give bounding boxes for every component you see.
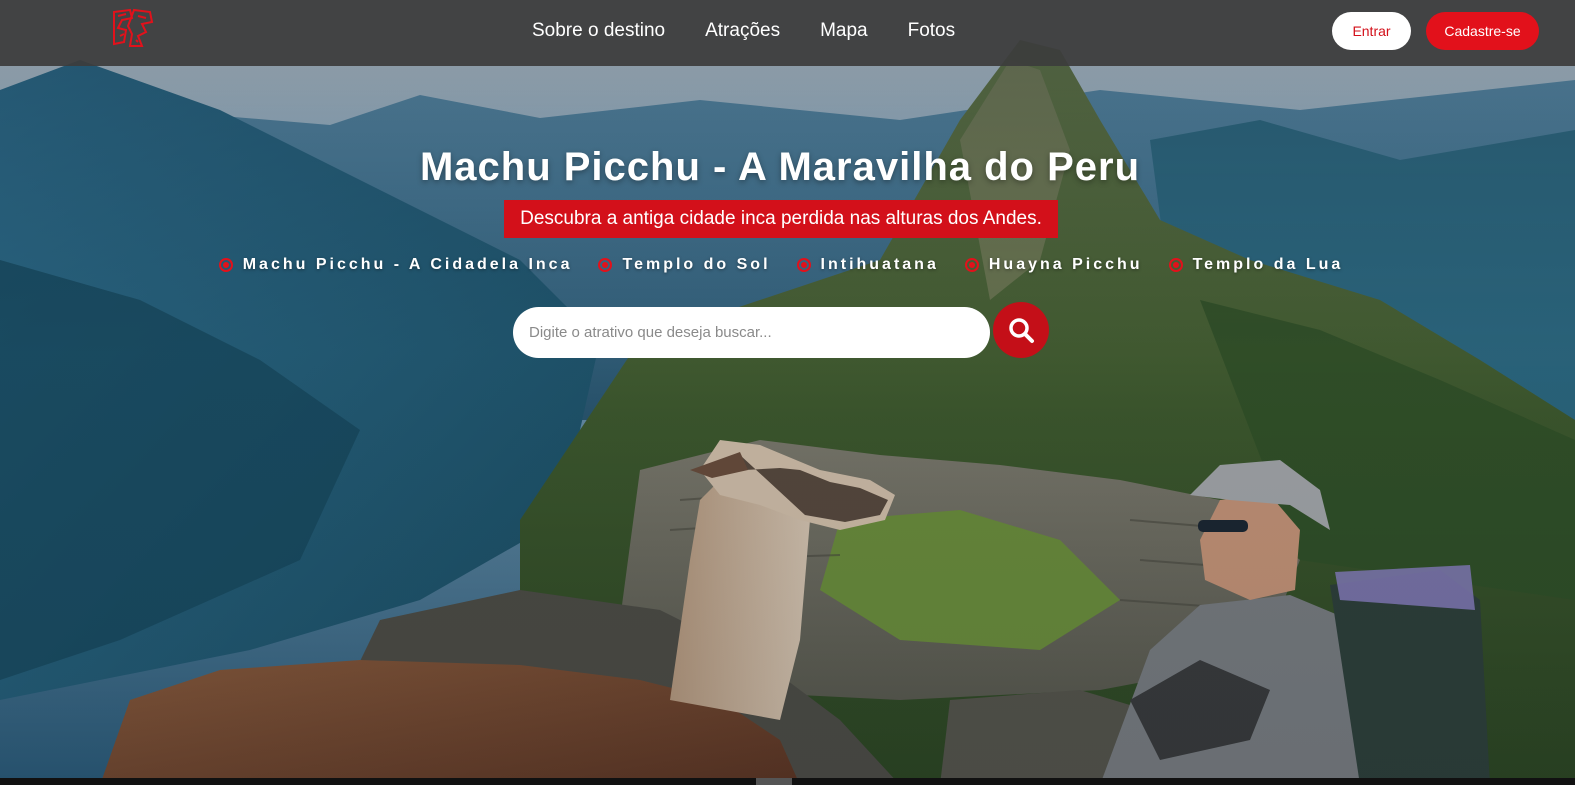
hero-subtitle-wrapper: Descubra a antiga cidade inca perdida na… [0,200,1562,238]
scrollbar-thumb[interactable] [756,778,792,785]
attraction-label: Templo do Sol [622,256,771,273]
attraction-item[interactable]: Templo da Lua [1168,256,1344,274]
radio-dot-icon [218,258,233,272]
top-navigation-bar: Sobre o destino Atrações Mapa Fotos Entr… [0,0,1575,66]
search-input[interactable] [513,307,990,358]
page: Sobre o destino Atrações Mapa Fotos Entr… [0,0,1575,785]
nav-fotos[interactable]: Fotos [908,20,956,42]
login-button[interactable]: Entrar [1332,12,1411,50]
attraction-label: Machu Picchu - A Cidadela Inca [242,256,573,273]
main-navigation: Sobre o destino Atrações Mapa Fotos [532,0,995,62]
hero-subtitle: Descubra a antiga cidade inca perdida na… [504,200,1058,238]
attraction-item[interactable]: Templo do Sol [598,256,770,274]
radio-dot-icon [796,258,811,272]
nav-atracoes[interactable]: Atrações [705,20,780,42]
radio-dot-icon [1168,258,1183,272]
attractions-list: Machu Picchu - A Cidadela Inca Templo do… [0,256,1562,274]
search-button[interactable] [993,302,1049,358]
horizontal-scrollbar[interactable] [0,778,1575,785]
site-logo[interactable] [108,6,156,50]
nav-sobre-o-destino[interactable]: Sobre o destino [532,20,665,42]
attraction-item[interactable]: Huayna Picchu [964,256,1143,274]
radio-dot-icon [964,258,979,272]
search-icon [1007,316,1035,344]
signup-button[interactable]: Cadastre-se [1426,12,1539,50]
nav-mapa[interactable]: Mapa [820,20,868,42]
hero-title: Machu Picchu - A Maravilha do Peru [419,145,1141,189]
hero-overlay [0,0,1575,785]
attraction-label: Intihuatana [820,256,939,273]
attraction-label: Huayna Picchu [988,256,1143,273]
attraction-label: Templo da Lua [1192,256,1344,273]
attraction-item[interactable]: Machu Picchu - A Cidadela Inca [218,256,573,274]
attraction-item[interactable]: Intihuatana [796,256,939,274]
radio-dot-icon [598,258,613,272]
